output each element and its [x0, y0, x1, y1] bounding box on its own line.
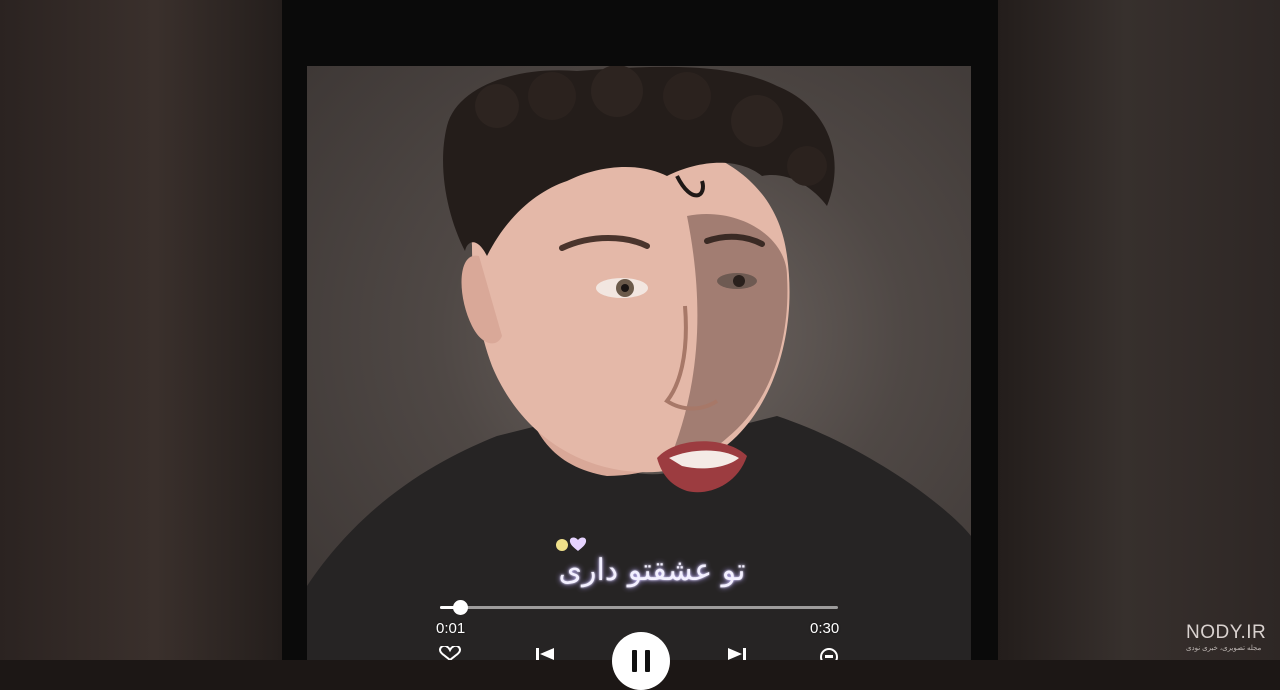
- pause-button[interactable]: [612, 632, 670, 690]
- blurred-background-left: [0, 0, 282, 660]
- lyric-caption: تو عشقتو داری: [558, 553, 746, 588]
- progress-bar[interactable]: [440, 600, 838, 615]
- skip-forward-icon[interactable]: [726, 648, 748, 660]
- repeat-icon[interactable]: [818, 646, 840, 660]
- time-total: 0:30: [810, 620, 840, 637]
- skip-back-icon[interactable]: [534, 648, 556, 660]
- watermark: NODY.IR مجله تصویری، خبری نودی: [1186, 622, 1276, 653]
- watermark-subtitle: مجله تصویری، خبری نودی: [1186, 645, 1262, 652]
- heart-icon[interactable]: [438, 646, 462, 660]
- time-elapsed: 0:01: [436, 620, 466, 637]
- pause-icon: [632, 650, 637, 672]
- progress-knob[interactable]: [452, 600, 468, 615]
- blurred-background-right: [998, 0, 1280, 660]
- pause-icon-bar: [645, 650, 650, 672]
- watermark-title: NODY.IR: [1186, 622, 1267, 643]
